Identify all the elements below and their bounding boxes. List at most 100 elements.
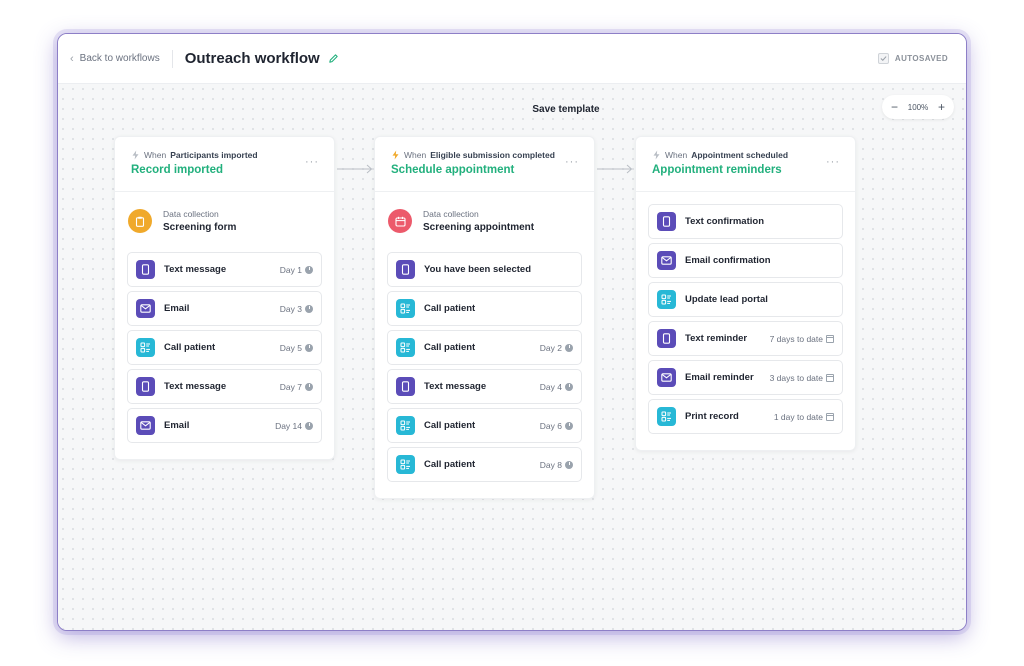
call-list-icon xyxy=(136,338,155,357)
trigger-line: When Appointment scheduled xyxy=(652,150,839,160)
lightning-icon xyxy=(132,150,139,160)
phone-icon xyxy=(396,260,415,279)
step-day-label: Day 2 xyxy=(539,342,562,353)
mail-icon xyxy=(657,251,676,270)
zoom-control: − 100% + xyxy=(882,95,954,119)
step-delay: 7 days to date xyxy=(770,334,834,344)
phone-icon xyxy=(136,377,155,396)
step-email[interactable]: Email Day 14 xyxy=(127,408,322,443)
clipboard-icon xyxy=(128,209,152,233)
workflow-column-record-imported: When Participants imported Record import… xyxy=(114,136,335,460)
call-list-icon xyxy=(657,407,676,426)
step-label: Text confirmation xyxy=(685,216,764,227)
calendar-icon xyxy=(388,209,412,233)
step-list: Text message Day 1 Email Day 3 Call pati… xyxy=(127,252,322,443)
step-text-message[interactable]: Text message Day 4 xyxy=(387,369,582,404)
zoom-out-button[interactable]: − xyxy=(891,101,898,113)
step-email-confirmation[interactable]: Email confirmation xyxy=(648,243,843,278)
call-list-icon xyxy=(396,416,415,435)
pencil-icon[interactable] xyxy=(328,53,339,64)
trigger-prefix: When xyxy=(665,150,688,160)
step-you-have-been-selected[interactable]: You have been selected xyxy=(387,252,582,287)
trigger-event: Appointment scheduled xyxy=(691,150,789,160)
clock-icon xyxy=(565,343,573,352)
calendar-icon xyxy=(826,334,834,343)
more-options-icon[interactable]: ··· xyxy=(826,156,840,168)
step-delay: Day 5 xyxy=(280,343,313,353)
step-day-label: Day 5 xyxy=(279,342,302,353)
data-collection[interactable]: Data collection Screening appointment xyxy=(387,204,582,238)
step-text-reminder[interactable]: Text reminder 7 days to date xyxy=(648,321,843,356)
data-collection-label: Data collection xyxy=(163,209,219,219)
clock-icon xyxy=(305,421,313,430)
step-label: Call patient xyxy=(424,342,476,353)
step-label: Text message xyxy=(424,381,487,392)
trigger-prefix: When xyxy=(144,150,167,160)
step-day-label: Day 4 xyxy=(539,381,562,392)
step-label: Text message xyxy=(164,381,227,392)
step-day-label: 3 days to date xyxy=(769,372,823,383)
step-call-patient[interactable]: Call patient Day 5 xyxy=(127,330,322,365)
phone-icon xyxy=(657,212,676,231)
more-options-icon[interactable]: ··· xyxy=(305,156,319,168)
step-label: Email xyxy=(164,420,190,431)
autosaved-label: AUTOSAVED xyxy=(894,54,948,63)
step-delay: Day 8 xyxy=(540,460,573,470)
step-call-patient[interactable]: Call patient Day 2 xyxy=(387,330,582,365)
step-text-message[interactable]: Text message Day 1 xyxy=(127,252,322,287)
autosaved-status: AUTOSAVED xyxy=(877,53,948,64)
clock-icon xyxy=(305,382,313,391)
step-label: Call patient xyxy=(424,420,476,431)
step-call-patient[interactable]: Call patient Day 8 xyxy=(387,447,582,482)
clock-icon xyxy=(305,304,313,313)
zoom-in-button[interactable]: + xyxy=(938,101,945,113)
workflow-canvas[interactable]: Save template − 100% + When Participants… xyxy=(58,84,966,630)
phone-icon xyxy=(136,260,155,279)
step-list: Text confirmation Email confirmation Upd… xyxy=(648,204,843,434)
step-delay: Day 14 xyxy=(275,421,313,431)
step-text-confirmation[interactable]: Text confirmation xyxy=(648,204,843,239)
step-print-record[interactable]: Print record 1 day to date xyxy=(648,399,843,434)
top-bar: ‹ Back to workflows Outreach workflow AU… xyxy=(58,34,966,84)
more-options-icon[interactable]: ··· xyxy=(565,156,579,168)
step-email-reminder[interactable]: Email reminder 3 days to date xyxy=(648,360,843,395)
back-to-workflows-link[interactable]: ‹ Back to workflows xyxy=(70,53,160,65)
step-label: Email xyxy=(164,303,190,314)
check-icon xyxy=(877,53,889,64)
page-title: Outreach workflow xyxy=(184,50,320,67)
data-collection[interactable]: Data collection Screening form xyxy=(127,204,322,238)
mail-icon xyxy=(657,368,676,387)
workflow-column-appointment-reminders: When Appointment scheduled Appointment r… xyxy=(635,136,856,451)
mail-icon xyxy=(136,299,155,318)
back-label: Back to workflows xyxy=(79,53,160,64)
step-label: Email reminder xyxy=(685,372,754,383)
trigger-event: Participants imported xyxy=(170,150,258,160)
zoom-level: 100% xyxy=(907,102,929,112)
clock-icon xyxy=(565,382,573,391)
step-day-label: 1 day to date xyxy=(773,411,823,422)
step-email[interactable]: Email Day 3 xyxy=(127,291,322,326)
call-list-icon xyxy=(396,299,415,318)
data-collection-name: Screening form xyxy=(163,222,237,233)
column-body: Data collection Screening form Text mess… xyxy=(115,192,334,459)
step-update-lead-portal[interactable]: Update lead portal xyxy=(648,282,843,317)
step-text-message[interactable]: Text message Day 7 xyxy=(127,369,322,404)
data-collection-label: Data collection xyxy=(423,209,479,219)
lightning-icon xyxy=(653,150,660,160)
trigger-prefix: When xyxy=(404,150,427,160)
calendar-icon xyxy=(826,412,834,421)
step-call-patient[interactable]: Call patient Day 6 xyxy=(387,408,582,443)
save-template-button[interactable]: Save template xyxy=(518,104,614,115)
step-label: Text reminder xyxy=(685,333,748,344)
step-delay: 3 days to date xyxy=(770,373,834,383)
step-call-patient[interactable]: Call patient xyxy=(387,291,582,326)
phone-icon xyxy=(396,377,415,396)
step-day-label: Day 8 xyxy=(539,459,562,470)
step-list: You have been selected Call patient Call… xyxy=(387,252,582,482)
clock-icon xyxy=(565,421,573,430)
clock-icon xyxy=(305,265,313,274)
column-title: Appointment reminders xyxy=(652,164,782,176)
step-delay: 1 day to date xyxy=(774,412,834,422)
workflow-column-schedule-appointment: When Eligible submission completed Sched… xyxy=(374,136,595,499)
step-day-label: Day 1 xyxy=(279,264,302,275)
